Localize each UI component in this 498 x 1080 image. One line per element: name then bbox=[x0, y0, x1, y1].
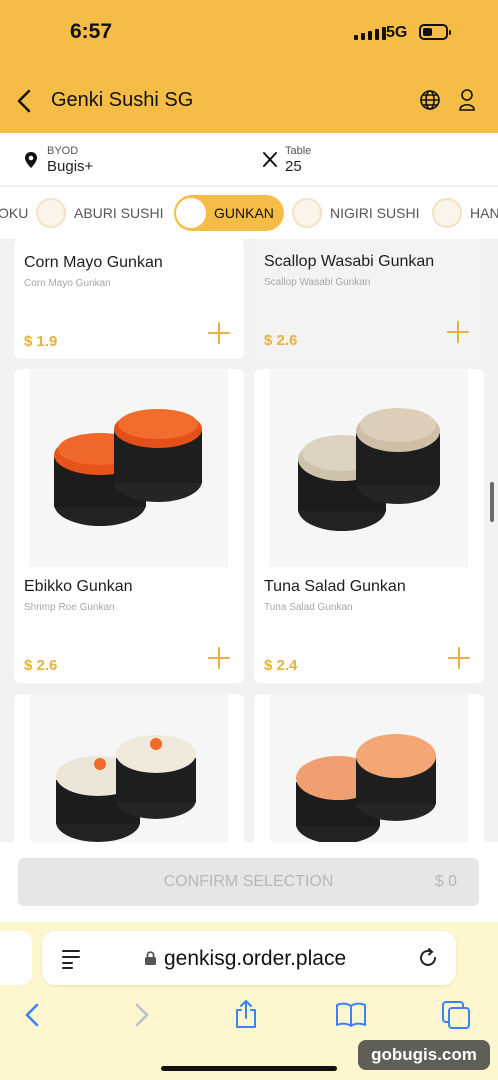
item-subtitle: Scallop Wasabi Gunkan bbox=[264, 277, 371, 288]
language-globe-icon[interactable] bbox=[419, 89, 441, 116]
app-header: 6:57 5G Genki Sushi SG bbox=[0, 0, 498, 133]
tab-han[interactable]: HAN bbox=[432, 195, 498, 231]
item-name: Ebikko Gunkan bbox=[24, 578, 133, 595]
item-price: $ 2.6 bbox=[264, 332, 298, 349]
menu-item-card[interactable]: Ebikko Gunkan Shrimp Roe Gunkan $ 2.6 bbox=[14, 369, 244, 683]
han-thumb-icon bbox=[432, 198, 462, 228]
location-pin-icon bbox=[24, 151, 38, 174]
nigiri-sushi-thumb-icon bbox=[292, 198, 322, 228]
tab-label: HAN bbox=[470, 205, 498, 221]
table-label: Table bbox=[285, 145, 312, 157]
add-to-cart-icon[interactable] bbox=[208, 647, 230, 669]
add-to-cart-icon[interactable] bbox=[208, 322, 230, 344]
crab-salad-gunkan-image bbox=[30, 694, 228, 854]
tab-label: NIGIRI SUSHI bbox=[330, 205, 420, 221]
bookmarks-icon[interactable] bbox=[335, 1000, 367, 1033]
reader-mode-icon[interactable] bbox=[60, 947, 82, 976]
battery-icon bbox=[419, 24, 451, 40]
tab-aburi-sushi[interactable]: ABURI SUSHI bbox=[36, 195, 163, 231]
tab-label: GUNKAN bbox=[214, 205, 274, 221]
outlet-name: Bugis+ bbox=[47, 158, 94, 175]
gunkan-thumb-icon bbox=[176, 198, 206, 228]
item-subtitle: Corn Mayo Gunkan bbox=[24, 278, 111, 289]
scrollbar-thumb[interactable] bbox=[490, 482, 494, 522]
add-to-cart-icon[interactable] bbox=[448, 647, 470, 669]
item-subtitle: Tuna Salad Gunkan bbox=[264, 602, 353, 613]
item-price: $ 2.6 bbox=[24, 657, 58, 674]
utensils-icon bbox=[261, 150, 279, 173]
home-indicator[interactable] bbox=[161, 1066, 337, 1071]
reload-icon[interactable] bbox=[417, 947, 439, 974]
back-arrow-icon[interactable] bbox=[22, 1002, 44, 1033]
menu-item-card[interactable] bbox=[14, 694, 244, 854]
aburi-sushi-thumb-icon bbox=[36, 198, 66, 228]
page-title: Genki Sushi SG bbox=[51, 89, 194, 111]
location-bar: BYOD Bugis+ Table 25 bbox=[0, 133, 498, 185]
confirm-bar: CONFIRM SELECTION $ 0 bbox=[0, 842, 498, 922]
item-name: Scallop Wasabi Gunkan bbox=[264, 253, 435, 270]
tab-label: ABURI SUSHI bbox=[74, 205, 164, 221]
category-tabs: OKU ABURI SUSHI GUNKAN NIGIRI SUSHI HAN bbox=[0, 187, 498, 239]
spicy-salad-gunkan-image bbox=[270, 694, 468, 854]
account-icon[interactable] bbox=[457, 88, 477, 117]
network-label: 5G bbox=[386, 24, 408, 41]
cart-total: $ 0 bbox=[434, 873, 457, 890]
confirm-label: CONFIRM SELECTION bbox=[163, 873, 334, 890]
menu-item-card[interactable] bbox=[254, 694, 484, 854]
tab-label: OKU bbox=[0, 205, 29, 221]
tab-gunkan[interactable]: GUNKAN bbox=[174, 195, 284, 231]
previous-tab-preview[interactable] bbox=[0, 931, 32, 985]
item-name: Corn Mayo Gunkan bbox=[24, 254, 163, 271]
item-subtitle: Shrimp Roe Gunkan bbox=[24, 602, 115, 613]
tab-nigiri-sushi[interactable]: NIGIRI SUSHI bbox=[292, 195, 419, 231]
share-icon[interactable] bbox=[232, 998, 260, 1035]
item-price: $ 2.4 bbox=[264, 657, 298, 674]
ebikko-gunkan-image bbox=[30, 369, 228, 567]
item-price: $ 1.9 bbox=[24, 333, 58, 350]
tab-oku[interactable]: OKU bbox=[0, 195, 28, 231]
back-icon[interactable] bbox=[14, 88, 36, 119]
menu-item-card[interactable]: Corn Mayo Gunkan Corn Mayo Gunkan $ 1.9 bbox=[14, 239, 244, 359]
tabs-overview-icon[interactable] bbox=[441, 1000, 471, 1035]
tuna-salad-gunkan-image bbox=[270, 369, 468, 567]
address-bar[interactable]: genkisg.order.place bbox=[42, 931, 456, 985]
byod-label: BYOD bbox=[47, 145, 79, 157]
lock-icon bbox=[144, 950, 157, 971]
confirm-selection-button[interactable]: CONFIRM SELECTION $ 0 bbox=[18, 858, 479, 906]
menu-item-card[interactable]: Scallop Wasabi Gunkan Scallop Wasabi Gun… bbox=[254, 239, 484, 359]
table-number: 25 bbox=[285, 158, 302, 175]
url-text: genkisg.order.place bbox=[164, 947, 347, 970]
item-name: Tuna Salad Gunkan bbox=[264, 578, 406, 595]
watermark: gobugis.com bbox=[358, 1040, 490, 1070]
menu-item-card[interactable]: Tuna Salad Gunkan Tuna Salad Gunkan $ 2.… bbox=[254, 369, 484, 683]
add-to-cart-icon[interactable] bbox=[447, 321, 469, 343]
status-time: 6:57 bbox=[70, 20, 113, 43]
signal-icon bbox=[354, 27, 386, 40]
forward-arrow-icon[interactable] bbox=[130, 1002, 152, 1033]
